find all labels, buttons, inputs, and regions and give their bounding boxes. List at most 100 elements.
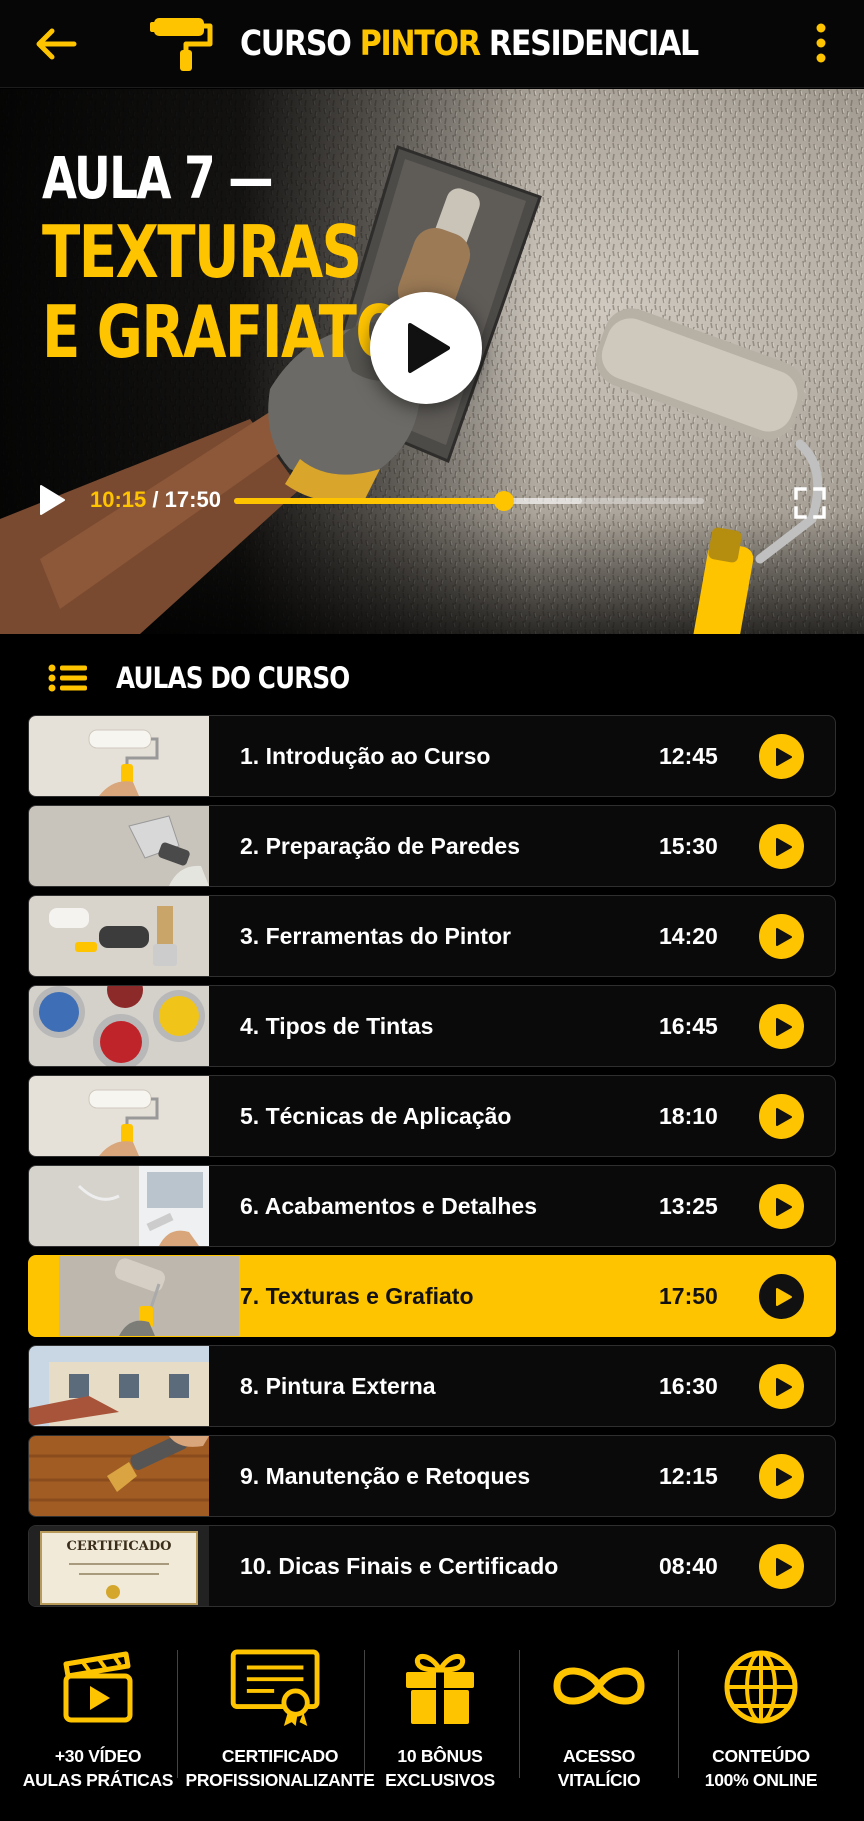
- lesson-duration: 13:25: [659, 1193, 718, 1219]
- feature-bonus: 10 BÔNUS EXCLUSIVOS: [384, 1640, 496, 1790]
- fullscreen-icon: [794, 487, 826, 519]
- play-icon: [776, 748, 792, 766]
- big-play-button[interactable]: [370, 292, 482, 404]
- lesson-duration: 14:20: [659, 923, 718, 949]
- certificate-thumb-title: CERTIFICADO: [67, 1539, 172, 1554]
- video-title-line-2: TEXTURAS: [42, 210, 362, 294]
- video-lesson-title: AULA 7 — TEXTURAS E GRAFIATO: [42, 144, 403, 374]
- title-part-1: CURSO: [240, 24, 352, 64]
- control-play-button[interactable]: [38, 484, 66, 516]
- more-options-button[interactable]: [808, 22, 834, 66]
- lesson-item[interactable]: 8. Pintura Externa 16:30: [28, 1345, 836, 1427]
- list-icon: [48, 664, 87, 692]
- lesson-play-button[interactable]: [759, 1004, 804, 1049]
- video-title-line-1: AULA 7 —: [42, 144, 274, 212]
- lesson-item[interactable]: 1. Introdução ao Curso 12:45: [28, 715, 836, 797]
- divider: [177, 1650, 178, 1778]
- play-icon: [776, 1468, 792, 1486]
- feature-line-2: PROFISSIONALIZANTE: [185, 1770, 375, 1790]
- progress-fill: [234, 498, 505, 504]
- lesson-play-button[interactable]: [759, 1544, 804, 1589]
- play-icon: [776, 1018, 792, 1036]
- feature-line-1: ACESSO: [562, 1746, 636, 1766]
- lesson-play-button[interactable]: [759, 824, 804, 869]
- feature-label: CONTEÚDO 100% ONLINE: [680, 1744, 842, 1792]
- feature-video-lessons: +30 VÍDEO AULAS PRÁTICAS: [23, 1640, 173, 1790]
- lesson-play-button[interactable]: [759, 914, 804, 959]
- lesson-item[interactable]: CERTIFICADO 10. Dicas Finais e Certificad…: [28, 1525, 836, 1607]
- lesson-title: 10. Dicas Finais e Certificado: [240, 1553, 559, 1579]
- lesson-play-button[interactable]: [759, 734, 804, 779]
- title-part-3: RESIDENCIAL: [488, 24, 699, 64]
- app-header: CURSO PINTOR RESIDENCIAL: [0, 0, 864, 88]
- lesson-play-button[interactable]: [759, 1364, 804, 1409]
- lesson-duration: 12:45: [659, 743, 718, 769]
- lesson-item-active[interactable]: 7. Texturas e Grafiato 17:50: [28, 1255, 836, 1337]
- title-highlight: PINTOR: [359, 24, 481, 64]
- back-button[interactable]: [32, 22, 78, 66]
- lesson-duration: 12:15: [659, 1463, 718, 1489]
- feature-line-2: EXCLUSIVOS: [385, 1770, 495, 1790]
- app-title: CURSO PINTOR RESIDENCIAL: [240, 22, 699, 66]
- time-display: 10:15 / 17:50: [90, 485, 221, 515]
- infinity-icon: [553, 1667, 645, 1705]
- course-features: +30 VÍDEO AULAS PRÁTICAS CERTIFICADO PRO…: [0, 1640, 864, 1790]
- lesson-thumbnail: [29, 1076, 209, 1156]
- lesson-title: 5. Técnicas de Aplicação: [240, 1103, 512, 1129]
- lesson-thumbnail: [29, 1436, 209, 1516]
- lesson-play-button[interactable]: [759, 1274, 804, 1319]
- lesson-duration: 16:45: [659, 1013, 718, 1039]
- feature-line-1: 10 BÔNUS: [397, 1746, 483, 1766]
- feature-line-2: VITALÍCIO: [557, 1770, 641, 1790]
- globe-icon: [724, 1650, 798, 1724]
- lesson-thumbnail: [29, 806, 209, 886]
- lesson-thumbnail: [29, 716, 209, 796]
- lesson-play-button[interactable]: [759, 1454, 804, 1499]
- feature-certificate: CERTIFICADO PROFISSIONALIZANTE: [185, 1640, 375, 1790]
- lesson-thumbnail: [29, 1346, 209, 1426]
- time-separator: /: [152, 487, 159, 512]
- play-icon: [40, 485, 65, 515]
- more-vertical-icon: [816, 23, 826, 63]
- play-icon: [776, 1198, 792, 1216]
- fullscreen-button[interactable]: [794, 487, 826, 519]
- lesson-item[interactable]: 3. Ferramentas do Pintor 14:20: [28, 895, 836, 977]
- feature-label: CERTIFICADO PROFISSIONALIZANTE: [180, 1744, 380, 1792]
- lesson-title: 8. Pintura Externa: [240, 1373, 436, 1399]
- lesson-item[interactable]: 9. Manutenção e Retoques 12:15: [28, 1435, 836, 1517]
- certificate-icon: [230, 1649, 320, 1726]
- lesson-thumbnail: [29, 986, 209, 1066]
- feature-label: ACESSO VITALÍCIO: [520, 1744, 678, 1792]
- play-icon: [408, 323, 450, 373]
- lesson-list: 1. Introdução ao Curso 12:45 2. Preparação…: [28, 715, 836, 1615]
- lesson-thumbnail: [29, 896, 209, 976]
- divider: [678, 1650, 679, 1778]
- lesson-play-button[interactable]: [759, 1094, 804, 1139]
- lesson-duration: 16:30: [659, 1373, 718, 1399]
- lesson-title: 9. Manutenção e Retoques: [240, 1463, 531, 1489]
- lesson-item[interactable]: 6. Acabamentos e Detalhes 13:25: [28, 1165, 836, 1247]
- lesson-title: 6. Acabamentos e Detalhes: [240, 1193, 537, 1219]
- play-icon: [776, 1108, 792, 1126]
- lesson-duration: 08:40: [659, 1553, 718, 1579]
- lesson-item[interactable]: 5. Técnicas de Aplicação 18:10: [28, 1075, 836, 1157]
- gift-icon: [406, 1654, 474, 1724]
- progress-bar[interactable]: [234, 491, 704, 511]
- lesson-duration: 17:50: [659, 1283, 718, 1309]
- lesson-item[interactable]: 4. Tipos de Tintas 16:45: [28, 985, 836, 1067]
- feature-lifetime-access: ACESSO VITALÍCIO: [540, 1640, 658, 1790]
- feature-line-1: CONTEÚDO: [712, 1746, 810, 1766]
- lesson-duration: 15:30: [659, 833, 718, 859]
- video-title-line-3: E GRAFIATO: [42, 290, 403, 374]
- lesson-play-button[interactable]: [759, 1184, 804, 1229]
- video-player[interactable]: AULA 7 — TEXTURAS E GRAFIATO 10:15 / 17:…: [0, 89, 864, 634]
- arrow-left-icon: [36, 28, 77, 60]
- lesson-title: 1. Introdução ao Curso: [240, 743, 491, 769]
- play-icon: [776, 1558, 792, 1576]
- feature-label: +30 VÍDEO AULAS PRÁTICAS: [18, 1744, 178, 1792]
- lesson-item[interactable]: 2. Preparação de Paredes 15:30: [28, 805, 836, 887]
- feature-line-1: CERTIFICADO: [221, 1746, 339, 1766]
- video-duration: 17:50: [164, 487, 221, 512]
- play-icon: [776, 838, 792, 856]
- current-time: 10:15: [90, 487, 147, 512]
